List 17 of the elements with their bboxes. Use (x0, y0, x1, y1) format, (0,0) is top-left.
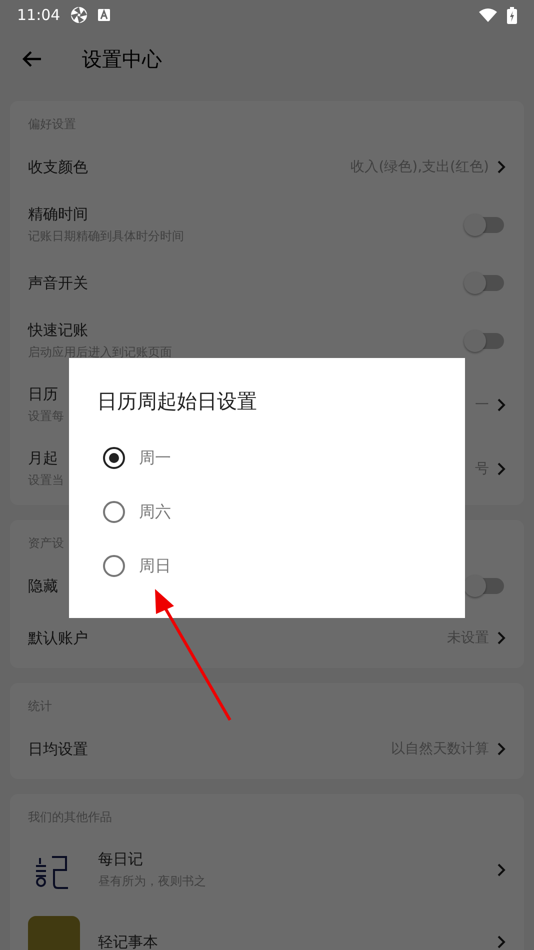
option-label: 周一 (139, 448, 171, 468)
app-name: 每日记 (98, 850, 143, 869)
option-label: 周日 (139, 556, 171, 576)
setting-title: 快速记账 (28, 321, 88, 340)
setting-title: 月起 (28, 449, 58, 468)
clock: 11:04 (17, 6, 60, 24)
setting-title: 声音开关 (28, 274, 88, 292)
option-label: 周六 (139, 502, 171, 522)
setting-title: 日历 (28, 385, 58, 404)
setting-title: 默认账户 (28, 628, 88, 648)
dialog-title: 日历周起始日设置 (97, 388, 258, 415)
setting-title: 精确时间 (28, 205, 88, 224)
page-title: 设置中心 (82, 46, 162, 72)
setting-title: 日均设置 (28, 740, 88, 758)
app-name: 轻记事本 (98, 932, 158, 950)
setting-title: 隐藏 (28, 576, 58, 596)
setting-title: 收支颜色 (28, 158, 88, 176)
